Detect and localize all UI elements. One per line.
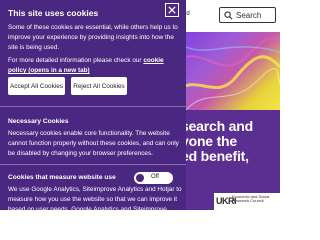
toggle-state-label: Off bbox=[151, 174, 159, 180]
search-label: Search bbox=[236, 10, 262, 20]
measure-cookies-toggle[interactable]: Off bbox=[134, 172, 173, 184]
accept-all-cookies-button[interactable]: Accept All Cookies bbox=[8, 77, 65, 95]
close-icon bbox=[168, 6, 176, 14]
cookie-banner: This site uses cookies Some of these coo… bbox=[0, 0, 186, 210]
measure-cookies-text: We use Google Analytics, Siteimprove Ana… bbox=[8, 186, 182, 210]
divider bbox=[0, 106, 186, 107]
ukri-logo: UKRI Economic and Social Research Counci… bbox=[214, 193, 280, 210]
ukri-logo-text: Economic and Social Research Council bbox=[232, 194, 270, 204]
cookie-more-info: For more detailed information please che… bbox=[8, 56, 180, 76]
hero-line: search and bbox=[181, 119, 253, 134]
hero-line: ed benefit, bbox=[181, 148, 249, 164]
reject-all-cookies-button[interactable]: Reject All Cookies bbox=[71, 77, 127, 95]
close-button[interactable] bbox=[165, 3, 179, 17]
divider bbox=[0, 164, 186, 165]
search-input[interactable]: Search bbox=[219, 7, 276, 23]
necessary-cookies-text: Necessary cookies enable core functional… bbox=[8, 130, 179, 157]
search-icon bbox=[224, 10, 233, 19]
hero-line: yone the bbox=[181, 133, 237, 149]
hero-image bbox=[176, 32, 280, 110]
hero-heading: search and yone the ed benefit, . bbox=[181, 119, 280, 179]
hero-line: . bbox=[181, 164, 280, 179]
measure-cookies-title: Cookies that measure website use bbox=[8, 174, 116, 181]
cookie-intro-text: Some of these cookies are essential, whi… bbox=[8, 24, 178, 51]
necessary-cookies-title: Necessary Cookies bbox=[8, 118, 69, 125]
toggle-knob bbox=[136, 174, 144, 182]
cookie-banner-title: This site uses cookies bbox=[8, 8, 99, 18]
more-info-prefix: For more detailed information please che… bbox=[8, 57, 144, 64]
